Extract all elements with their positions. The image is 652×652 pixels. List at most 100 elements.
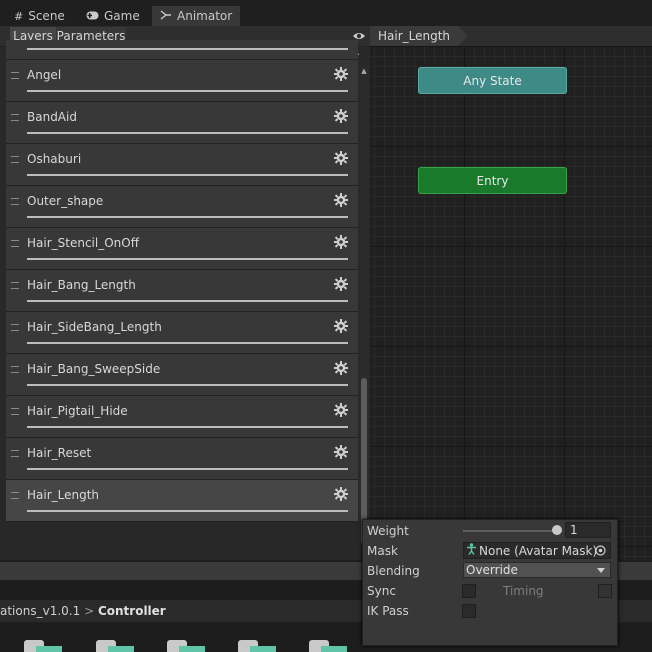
folder-icon[interactable] <box>96 640 134 652</box>
gamepad-icon <box>86 10 99 23</box>
layer-row[interactable]: Hair_SideBang_Length <box>6 312 358 354</box>
sync-label: Sync <box>367 584 396 598</box>
drag-handle-icon[interactable] <box>11 450 19 457</box>
layer-row[interactable]: Oshaburi <box>6 144 358 186</box>
drag-handle-icon[interactable] <box>11 282 19 289</box>
layer-weight-bar <box>27 510 348 512</box>
timing-checkbox <box>598 584 612 598</box>
layer-name: Oshaburi <box>27 152 82 166</box>
mask-label: Mask <box>367 544 398 558</box>
layer-row[interactable]: Hair_Stencil_OnOff <box>6 228 358 270</box>
ik-pass-label: IK Pass <box>367 604 409 618</box>
gear-icon[interactable] <box>333 276 349 292</box>
layer-row[interactable]: Hair_Bang_Length <box>6 270 358 312</box>
folder-icon[interactable] <box>24 640 62 652</box>
gear-icon[interactable] <box>333 402 349 418</box>
tab-animator[interactable]: Animator <box>152 6 241 26</box>
breadcrumb-label: Hair_Length <box>378 29 451 43</box>
layer-weight-bar <box>27 132 348 134</box>
scroll-up-arrow-icon[interactable]: ▲ <box>359 66 369 76</box>
layer-weight-bar <box>27 300 348 302</box>
entry-state-node[interactable]: Entry <box>418 167 567 194</box>
drag-handle-icon[interactable] <box>11 324 19 331</box>
layer-row[interactable]: Hair_Reset <box>6 438 358 480</box>
drag-handle-icon[interactable] <box>11 240 19 247</box>
layer-weight-bar <box>27 384 348 386</box>
gear-icon[interactable] <box>333 318 349 334</box>
layer-name: Outer_shape <box>27 194 104 208</box>
tab-game-label: Game <box>104 9 140 23</box>
ik-pass-checkbox[interactable] <box>462 604 476 618</box>
layer-name: Hair_Stencil_OnOff <box>27 236 139 250</box>
gear-icon[interactable] <box>333 192 349 208</box>
tab-scene[interactable]: # Scene <box>14 6 65 26</box>
layer-name: BandAid <box>27 110 77 124</box>
folder-icon[interactable] <box>167 640 205 652</box>
layer-weight-bar <box>27 174 348 176</box>
editor-tab-bar: # Scene Game Animator <box>0 0 652 26</box>
chevron-down-icon <box>597 568 605 573</box>
layer-weight-bar <box>27 468 348 470</box>
layer-list-scrollbar[interactable]: ▲ <box>359 66 369 546</box>
layer-row[interactable]: Angel <box>6 60 358 102</box>
blending-dropdown[interactable]: Override <box>463 562 611 578</box>
weight-slider-knob[interactable] <box>552 525 562 535</box>
tab-game[interactable]: Game <box>86 6 140 26</box>
mask-value: None (Avatar Mask) <box>479 543 598 558</box>
breadcrumb[interactable]: Hair_Length <box>370 26 469 46</box>
layer-row[interactable]: Hair_Pigtail_Hide <box>6 396 358 438</box>
state-machine-graph[interactable] <box>370 46 652 560</box>
blending-label: Blending <box>367 564 420 578</box>
timing-label: Timing <box>503 584 544 598</box>
layer-row[interactable]: Hair_Length <box>6 480 358 522</box>
layer-row[interactable]: Socks <box>6 40 358 60</box>
folder-icon[interactable] <box>238 640 276 652</box>
drag-handle-icon[interactable] <box>11 156 19 163</box>
layer-name: Hair_Bang_SweepSide <box>27 362 161 376</box>
drag-handle-icon[interactable] <box>11 198 19 205</box>
gear-icon[interactable] <box>333 150 349 166</box>
path-current[interactable]: Controller <box>98 604 166 618</box>
drag-handle-icon[interactable] <box>11 114 19 121</box>
layer-name: Angel <box>27 68 62 82</box>
drag-handle-icon[interactable] <box>11 492 19 499</box>
path-prefix[interactable]: ations_v1.0.1 <box>0 604 80 618</box>
drag-handle-icon[interactable] <box>11 366 19 373</box>
layer-weight-bar <box>27 216 348 218</box>
drag-handle-icon[interactable] <box>11 72 19 79</box>
blending-value: Override <box>466 563 518 577</box>
layer-weight-bar <box>27 258 348 260</box>
sync-checkbox[interactable] <box>462 584 476 598</box>
gear-icon[interactable] <box>333 108 349 124</box>
layer-name: Hair_Length <box>27 488 100 502</box>
layer-name: Hair_Reset <box>27 446 92 460</box>
gear-icon[interactable] <box>333 486 349 502</box>
weight-field[interactable]: 1 <box>565 522 611 538</box>
gear-icon[interactable] <box>333 444 349 460</box>
layer-row[interactable]: Hair_Bang_SweepSide <box>6 354 358 396</box>
layer-name: Hair_SideBang_Length <box>27 320 162 334</box>
layer-row[interactable]: BandAid <box>6 102 358 144</box>
weight-slider[interactable] <box>463 530 559 532</box>
gear-icon[interactable] <box>333 360 349 376</box>
tab-scene-label: Scene <box>28 9 65 23</box>
layer-weight-bar <box>27 342 348 344</box>
gear-icon[interactable] <box>333 234 349 250</box>
eye-icon[interactable] <box>352 29 366 46</box>
layer-row[interactable]: Outer_shape <box>6 186 358 228</box>
path-separator-icon: > <box>84 604 95 618</box>
any-state-node[interactable]: Any State <box>418 67 567 94</box>
layer-weight-bar <box>27 90 348 92</box>
avatar-mask-icon <box>466 543 477 558</box>
gear-icon[interactable] <box>333 66 349 82</box>
drag-handle-icon[interactable] <box>11 408 19 415</box>
layer-name: Hair_Pigtail_Hide <box>27 404 128 418</box>
layer-name: Hair_Bang_Length <box>27 278 136 292</box>
layer-weight-bar <box>27 426 348 428</box>
object-picker-icon[interactable] <box>595 545 606 559</box>
folder-icon[interactable] <box>309 640 347 652</box>
tab-animator-label: Animator <box>177 9 233 23</box>
mask-field[interactable]: None (Avatar Mask) <box>463 542 611 559</box>
layer-weight-bar <box>27 48 348 50</box>
layer-list: Socks Angel BandAid Oshaburi Outer_shape Hair… <box>6 40 358 534</box>
